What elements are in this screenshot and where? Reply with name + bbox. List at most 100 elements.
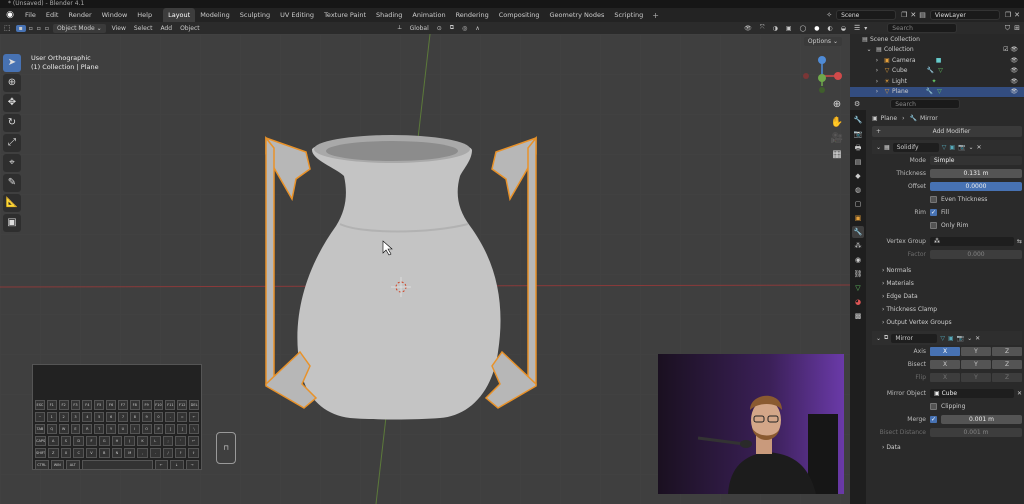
merge-checkbox[interactable]: ✓ xyxy=(930,416,937,423)
shading-solid-icon[interactable]: ● xyxy=(810,25,823,32)
chevron-down-icon[interactable]: ⌄ xyxy=(876,144,881,151)
world-tab-icon[interactable]: ◍ xyxy=(852,184,864,196)
tab-sculpting[interactable]: Sculpting xyxy=(235,8,275,22)
close-icon[interactable]: ✕ xyxy=(1014,11,1020,19)
axis-z-toggle[interactable]: Z xyxy=(992,347,1022,356)
chevron-right-icon[interactable]: › xyxy=(872,67,882,74)
menu-file[interactable]: File xyxy=(20,8,41,22)
rotate-tool-icon[interactable]: ↻ xyxy=(3,114,21,132)
particles-tab-icon[interactable]: ⁂ xyxy=(852,240,864,252)
even-thickness-checkbox[interactable] xyxy=(930,196,937,203)
new-collection-icon[interactable]: ⊞ xyxy=(1014,24,1020,32)
fill-checkbox[interactable]: ✓ xyxy=(930,209,937,216)
edge-data-subpanel[interactable]: › Edge Data xyxy=(872,290,1022,303)
factor-field[interactable]: 0.000 xyxy=(930,250,1022,259)
add-modifier-button[interactable]: + Add Modifier xyxy=(872,126,1022,137)
select-mode-icon[interactable]: ▫ xyxy=(35,25,43,32)
physics-tab-icon[interactable]: ◉ xyxy=(852,254,864,266)
move-tool-icon[interactable]: ✥ xyxy=(3,94,21,112)
shading-rendered-icon[interactable]: ◒ xyxy=(837,25,850,32)
eye-icon[interactable]: 👁 xyxy=(1010,67,1018,74)
checkbox-eye-icon[interactable]: ☑ 👁 xyxy=(1003,46,1018,53)
chevron-right-icon[interactable]: › xyxy=(872,57,882,64)
gizmo-icon[interactable]: ⤧ xyxy=(756,24,769,32)
eye-icon[interactable]: 👁 xyxy=(1010,78,1018,85)
render-tab-icon[interactable]: 📷 xyxy=(852,128,864,140)
normals-subpanel[interactable]: › Normals xyxy=(872,264,1022,277)
xray-icon[interactable]: ▣ xyxy=(782,25,796,32)
flip-x-toggle[interactable]: X xyxy=(930,373,960,382)
menu-help[interactable]: Help xyxy=(132,8,157,22)
bisect-z-toggle[interactable]: Z xyxy=(992,360,1022,369)
tab-shading[interactable]: Shading xyxy=(371,8,407,22)
tool-tab-icon[interactable]: 🔧 xyxy=(852,114,864,126)
mirror-modifier-header[interactable]: ⌄ ⧉ Mirror ▽ ▣ 📷 ⌄ ✕ xyxy=(872,331,1022,345)
view-layer-selector[interactable]: ViewLayer xyxy=(929,10,1000,20)
thickness-clamp-subpanel[interactable]: › Thickness Clamp xyxy=(872,303,1022,316)
tab-compositing[interactable]: Compositing xyxy=(494,8,545,22)
mirror-object-field[interactable]: ▣ Cube xyxy=(930,389,1014,398)
mirror-name-field[interactable]: Mirror xyxy=(891,333,938,343)
tab-texture-paint[interactable]: Texture Paint xyxy=(319,8,371,22)
bisect-x-toggle[interactable]: X xyxy=(930,360,960,369)
object-menu[interactable]: Object xyxy=(176,25,204,32)
close-icon[interactable]: ✕ xyxy=(910,11,916,19)
chevron-right-icon[interactable]: › xyxy=(872,88,882,95)
copy-icon[interactable]: ❐ xyxy=(1005,11,1011,19)
scale-tool-icon[interactable]: ⤢ xyxy=(3,134,21,152)
close-icon[interactable]: ✕ xyxy=(977,144,982,151)
close-icon[interactable]: ✕ xyxy=(1017,390,1022,397)
select-mode-icon[interactable]: ▫ xyxy=(27,25,35,32)
measure-tool-icon[interactable]: 📐 xyxy=(3,194,21,212)
display-mode-icon[interactable]: ▾ xyxy=(864,25,867,32)
add-cube-tool-icon[interactable]: ▣ xyxy=(3,214,21,232)
close-icon[interactable]: ✕ xyxy=(975,335,980,342)
overlay-icon[interactable]: ◑ xyxy=(769,25,782,32)
properties-editor-icon[interactable]: ⚙ xyxy=(854,100,860,108)
cursor-tool-icon[interactable]: ⊕ xyxy=(3,74,21,92)
select-mode-icon[interactable]: ▫ xyxy=(43,25,51,32)
mode-dropdown[interactable]: Object Mode ⌄ xyxy=(52,23,106,33)
chevron-down-icon[interactable]: ⌄ xyxy=(864,46,874,53)
texture-tab-icon[interactable]: ▩ xyxy=(852,310,864,322)
only-rim-checkbox[interactable] xyxy=(930,222,937,229)
menu-render[interactable]: Render xyxy=(63,8,96,22)
filter-icon[interactable]: ⛉ xyxy=(1005,24,1010,33)
tab-scripting[interactable]: Scripting xyxy=(609,8,648,22)
snap-icon[interactable]: ⧉ xyxy=(446,24,458,32)
viewport-toggle-icon[interactable]: ▣ xyxy=(949,144,955,151)
visibility-icon[interactable]: 👁 xyxy=(740,25,756,32)
select-box-icon[interactable]: ▪ xyxy=(15,24,26,32)
select-tool-icon[interactable]: ➤ xyxy=(3,54,21,72)
outliner-scene-collection[interactable]: ▤ Scene Collection xyxy=(850,34,1024,45)
view-layer-tab-icon[interactable]: ▤ xyxy=(852,156,864,168)
tab-rendering[interactable]: Rendering xyxy=(451,8,494,22)
data-subpanel[interactable]: › Data xyxy=(872,441,1022,454)
invert-icon[interactable]: ⇆ xyxy=(1017,238,1022,245)
tab-uv-editing[interactable]: UV Editing xyxy=(275,8,319,22)
scene-tab-icon[interactable]: ◆ xyxy=(852,170,864,182)
mode-dropdown[interactable]: Simple xyxy=(930,156,1022,165)
menu-edit[interactable]: Edit xyxy=(41,8,64,22)
shading-material-icon[interactable]: ◐ xyxy=(824,25,837,32)
add-workspace-button[interactable]: + xyxy=(648,11,663,20)
flip-y-toggle[interactable]: Y xyxy=(961,373,991,382)
flip-z-toggle[interactable]: Z xyxy=(992,373,1022,382)
bisect-distance-field[interactable]: 0.001 m xyxy=(930,428,1022,437)
dropdown-icon[interactable]: ⌄ xyxy=(967,335,972,342)
chevron-down-icon[interactable]: ⌄ xyxy=(876,335,881,342)
outliner-item-light[interactable]: › ☀ Light ✦ 👁 xyxy=(850,76,1024,87)
annotate-tool-icon[interactable]: ✎ xyxy=(3,174,21,192)
viewport-toggle-icon[interactable]: ▣ xyxy=(948,335,954,342)
eye-icon[interactable]: 👁 xyxy=(1010,88,1018,95)
perspective-toggle-icon[interactable]: ▦ xyxy=(830,148,844,162)
output-vertex-groups-subpanel[interactable]: › Output Vertex Groups xyxy=(872,316,1022,329)
outliner-editor-icon[interactable]: ☰ xyxy=(854,24,860,32)
transform-orientation-dropdown[interactable]: Global xyxy=(406,25,433,32)
chevron-right-icon[interactable]: › xyxy=(872,78,882,85)
render-toggle-icon[interactable]: 📷 xyxy=(958,144,965,151)
render-toggle-icon[interactable]: 📷 xyxy=(957,335,964,342)
eye-icon[interactable]: 👁 xyxy=(1010,57,1018,64)
proportional-edit-icon[interactable]: ◎ xyxy=(458,25,471,32)
edit-mode-toggle-icon[interactable]: ▽ xyxy=(940,335,945,342)
